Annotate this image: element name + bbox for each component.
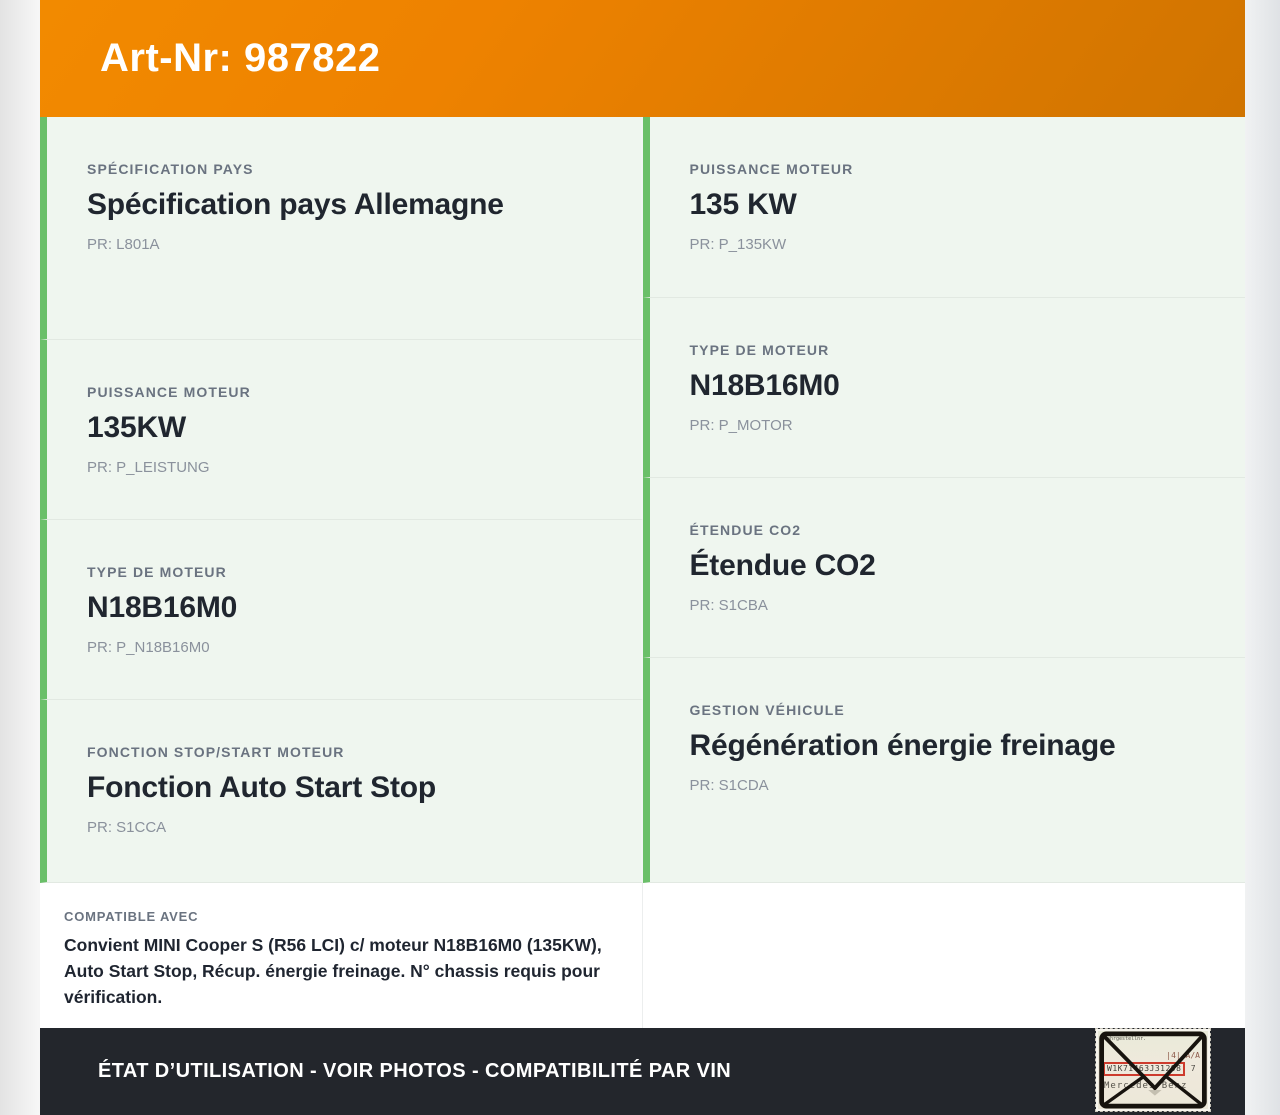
footer-bar: ÉTAT D’UTILISATION - VOIR PHOTOS - COMPA… [40, 1028, 1245, 1115]
spec-card-value: Fonction Auto Start Stop [87, 771, 437, 804]
spec-card-label: GESTION VÉHICULE [689, 702, 845, 718]
spec-card-label: TYPE DE MOTEUR [689, 342, 830, 358]
spec-column-left: SPÉCIFICATION PAYS Spécification pays All… [40, 117, 643, 883]
spec-card-label: PUISSANCE MOTEUR [689, 161, 854, 177]
spec-card-right-4: GESTION VÉHICULE Régénération énergie fre… [642, 658, 1245, 883]
spec-card-label: TYPE DE MOTEUR [87, 564, 227, 580]
compatibility-label: COMPATIBLE AVEC [64, 909, 199, 924]
compatibility-card: COMPATIBLE AVEC Convient MINI Cooper S (… [40, 883, 643, 1028]
spec-card-value: 135KW [87, 411, 187, 444]
spec-card-value: N18B16M0 [87, 591, 238, 624]
page: Art-Nr: 987822 SPÉCIFICATION PAYS Spécifi… [0, 0, 1280, 1115]
spec-card-value: 135 KW [689, 188, 797, 221]
spec-card-left-3: TYPE DE MOTEUR N18B16M0 PR: P_N18B16M0 [40, 520, 643, 700]
spec-card-right-2: TYPE DE MOTEUR N18B16M0 PR: P_MOTOR [642, 298, 1245, 478]
envelope-icon [1099, 1031, 1207, 1109]
spec-card-label: ÉTENDUE CO2 [689, 522, 802, 538]
spec-card-label: SPÉCIFICATION PAYS [87, 161, 254, 177]
spec-column-right: PUISSANCE MOTEUR 135 KW PR: P_135KW TYPE DE… [642, 117, 1245, 883]
spec-card-pr: PR: P_LEISTUNG [87, 459, 210, 476]
spec-card-pr: PR: S1CBA [689, 597, 768, 614]
spec-card-value: Régénération énergie freinage [689, 729, 1116, 762]
spec-card-value: Étendue CO2 [689, 549, 876, 582]
compatibility-text: Convient MINI Cooper S (R56 LCI) c/ mote… [64, 935, 602, 1007]
spec-grid: SPÉCIFICATION PAYS Spécification pays All… [40, 117, 1245, 883]
spec-card-pr: PR: P_MOTOR [689, 417, 793, 434]
spec-card-left-2: PUISSANCE MOTEUR 135KW PR: P_LEISTUNG [40, 340, 643, 520]
spec-card-pr: PR: S1CCA [87, 819, 167, 836]
spec-card-pr: PR: P_135KW [689, 236, 787, 253]
spec-card-pr: PR: P_N18B16M0 [87, 639, 210, 656]
compatibility-row: COMPATIBLE AVEC Convient MINI Cooper S (… [40, 883, 1245, 1028]
vin-document-image: Fahrgestellnr. |4| A/A W1K71463J31298 7 … [1095, 1028, 1211, 1112]
footer-text: ÉTAT D’UTILISATION - VOIR PHOTOS - COMPA… [98, 1060, 732, 1082]
spec-card-label: FONCTION STOP/START MOTEUR [87, 744, 345, 760]
spec-card-right-3: ÉTENDUE CO2 Étendue CO2 PR: S1CBA [642, 478, 1245, 658]
listing-sheet: Art-Nr: 987822 SPÉCIFICATION PAYS Spécifi… [40, 0, 1245, 1115]
spec-card-left-4: FONCTION STOP/START MOTEUR Fonction Auto … [40, 700, 643, 883]
spec-card-right-1: PUISSANCE MOTEUR 135 KW PR: P_135KW [642, 117, 1245, 298]
article-number-title: Art-Nr: 987822 [100, 36, 381, 80]
spec-card-pr: PR: L801A [87, 236, 160, 253]
header-banner: Art-Nr: 987822 [40, 0, 1245, 117]
spec-card-value: Spécification pays Allemagne [87, 188, 504, 221]
spec-card-pr: PR: S1CDA [689, 777, 769, 794]
spec-card-label: PUISSANCE MOTEUR [87, 384, 251, 400]
spec-card-value: N18B16M0 [689, 369, 840, 402]
spec-card-left-1: SPÉCIFICATION PAYS Spécification pays All… [40, 117, 643, 340]
